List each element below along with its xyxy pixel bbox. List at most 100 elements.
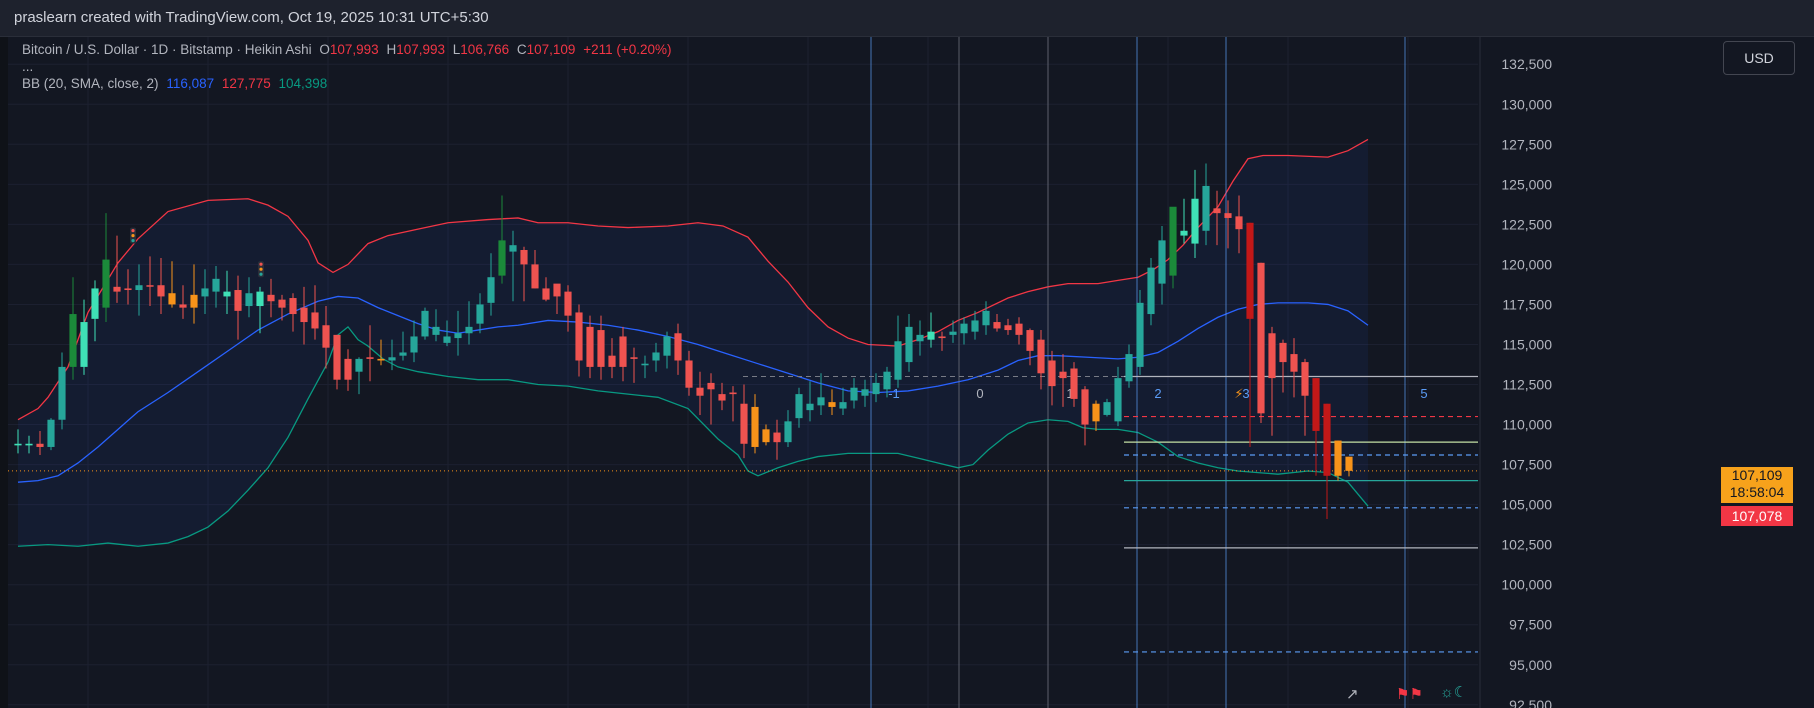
candle-body: [1070, 368, 1078, 399]
candle-body: [729, 392, 737, 395]
price-tick-label: 110,000: [1502, 417, 1552, 433]
candle-body: [674, 333, 682, 361]
price-tick-label: 115,000: [1502, 336, 1552, 352]
candle-body: [355, 358, 363, 372]
candle-body: [223, 291, 231, 297]
candle-body: [630, 357, 638, 359]
flag-icon[interactable]: ⚑⚑: [1396, 685, 1423, 703]
open-value: 107,993: [329, 42, 379, 57]
candle-body: [91, 288, 99, 319]
candle-body: [1224, 213, 1232, 218]
candle-body: [1081, 389, 1089, 425]
traffic-light-dot: [131, 238, 135, 243]
candle-body: [564, 291, 572, 316]
candle-body: [586, 326, 594, 367]
settings-icon[interactable]: ☼☾: [1440, 683, 1467, 701]
close-label: C: [516, 42, 527, 57]
bb-basis-value: 116,087: [166, 76, 215, 91]
candle-body: [1048, 360, 1056, 387]
candle-body: [300, 307, 308, 323]
symbol-legend[interactable]: Bitcoin / U.S. Dollar · 1D · Bitstamp · …: [22, 42, 676, 57]
candle-body: [124, 288, 132, 291]
candle-body: [69, 314, 77, 367]
currency-button[interactable]: USD: [1723, 41, 1795, 75]
candle-body: [1169, 206, 1177, 276]
candle-body: [432, 326, 440, 335]
bar-countdown: 18:58:04: [1729, 484, 1785, 500]
candle-body: [905, 326, 913, 363]
candle-body: [234, 290, 242, 311]
candle-body: [872, 382, 880, 395]
candle-body: [608, 355, 616, 367]
candle-body: [806, 403, 814, 411]
candle-body: [553, 283, 561, 297]
candle-body: [289, 298, 297, 315]
candle-body: [916, 334, 924, 342]
candle-body: [80, 322, 88, 367]
candle-body: [1158, 240, 1166, 284]
candle-body: [597, 330, 605, 367]
candle-body: [157, 285, 165, 297]
candle-body: [1213, 208, 1221, 214]
fib-label: 5: [1420, 386, 1427, 401]
fullscreen-icon[interactable]: ↗: [1346, 685, 1359, 703]
candle-body: [531, 264, 539, 289]
price-tick-label: 125,000: [1501, 176, 1552, 192]
price-tick-label: 122,500: [1501, 216, 1552, 232]
credit-text: praslearn created with TradingView.com, …: [14, 9, 489, 26]
candle-body: [113, 286, 121, 292]
candle-body: [1301, 362, 1309, 396]
candle-body: [1202, 185, 1210, 231]
candle-body: [993, 322, 1001, 329]
candle-body: [256, 291, 264, 307]
open-label: O: [319, 42, 330, 57]
traffic-light-dot: [259, 262, 263, 266]
close-price-value: 107,109: [1731, 467, 1783, 483]
candle-body: [1026, 330, 1034, 351]
candle-body: [575, 312, 583, 361]
candle-body: [652, 352, 660, 361]
bb-legend[interactable]: BB (20, SMA, close, 2) 116,087 127,775 1…: [22, 76, 331, 91]
candle-body: [36, 443, 44, 447]
candle-body: [212, 278, 220, 292]
candle-body: [641, 363, 649, 366]
candle-body: [443, 336, 451, 343]
price-tick-label: 100,000: [1501, 577, 1552, 593]
candle-body: [1125, 354, 1133, 382]
candle-body: [1114, 378, 1122, 422]
chart-svg[interactable]: 92,500 95,000 97,500 100,000 102,500 105,000 1…: [8, 37, 1814, 708]
candle-body: [1059, 371, 1067, 379]
candle-body: [476, 304, 484, 324]
candle-body: [1268, 333, 1276, 379]
candle-body: [1323, 403, 1331, 476]
candle-body: [1037, 339, 1045, 374]
candle-body: [718, 394, 726, 401]
candle-body: [498, 240, 506, 276]
candle-body: [1004, 325, 1012, 331]
price-tick-label: 102,500: [1501, 537, 1552, 553]
candle-body: [1257, 262, 1265, 414]
candle-body: [971, 320, 979, 332]
candle-body: [410, 336, 418, 353]
price-tick-label: 95,000: [1509, 657, 1552, 673]
candle-body: [135, 285, 143, 291]
candle-body: [487, 277, 495, 303]
more-button[interactable]: ...: [22, 59, 33, 74]
chart-pane[interactable]: 92,500 95,000 97,500 100,000 102,500 105,000 1…: [8, 37, 1814, 708]
candle-body: [1092, 403, 1100, 422]
candle-body: [707, 382, 715, 390]
candle-body: [520, 249, 528, 265]
price-tick-label: 127,500: [1501, 136, 1552, 152]
change-value: +211 (+0.20%): [583, 42, 672, 57]
close-value: 107,109: [526, 42, 576, 57]
price-tick-label: 130,000: [1501, 96, 1552, 112]
candle-body: [1345, 456, 1353, 471]
candle-body: [168, 293, 176, 305]
traffic-light-dot: [131, 228, 135, 233]
candle-body: [894, 341, 902, 380]
bb-lower-value: 104,398: [278, 76, 328, 91]
candle-body: [685, 360, 693, 388]
candle-body: [619, 336, 627, 367]
price-tick-label: 107,500: [1501, 457, 1552, 473]
high-label: H: [386, 42, 397, 57]
